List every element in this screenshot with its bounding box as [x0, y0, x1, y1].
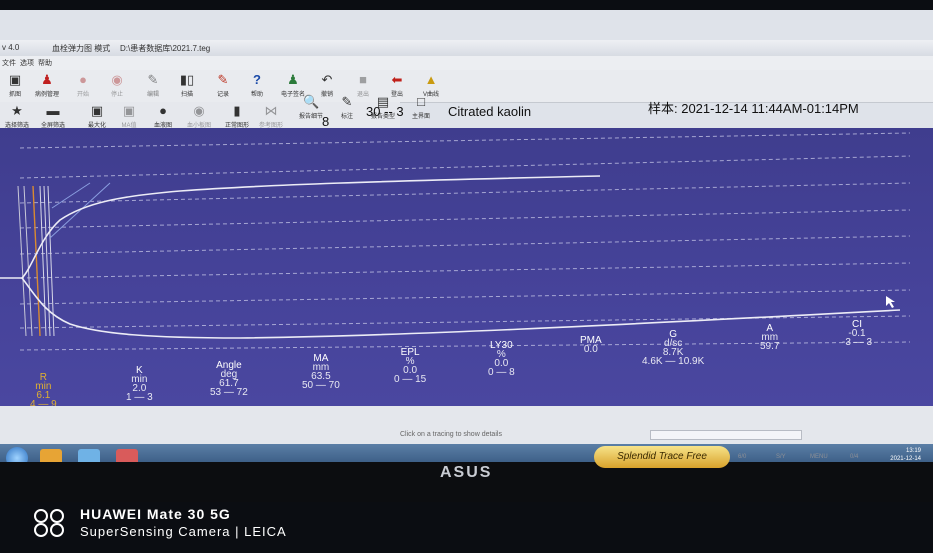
watermark-device: HUAWEI Mate 30 5G	[80, 506, 231, 522]
capture-button[interactable]: ▣ 抓图	[0, 72, 30, 98]
windows-taskbar: 13:19 2021-12-14	[0, 444, 933, 462]
blood-graph-button[interactable]: ● 血液图	[148, 103, 178, 129]
horizontal-scrollbar[interactable]	[650, 430, 802, 440]
monitor-button-2[interactable]: S/Y	[776, 454, 786, 460]
edit-button[interactable]: ✎ 编辑	[138, 72, 168, 98]
stop-icon: ◉	[111, 72, 123, 87]
mouse-cursor-icon	[886, 296, 895, 308]
filter-icon: ★	[11, 103, 23, 118]
reference-graph-icon: ⋈	[264, 103, 278, 118]
monitor-button-1[interactable]: 6/0	[738, 454, 746, 460]
param-ly30: LY30 % 0.0 0 — 8	[488, 340, 515, 378]
v-curve-icon: ▲	[424, 72, 438, 87]
maximize-icon: ▣	[90, 103, 104, 118]
title-bar: v 4.0 血栓弹力图 模式 D:\患者数据库\2021.7.teg	[0, 40, 933, 56]
param-a: A mm 59.7	[760, 323, 780, 352]
blood-drop-icon: ●	[159, 103, 167, 118]
taskbar-app-icon[interactable]	[116, 449, 138, 462]
tracing-hint: Click on a tracing to show details	[400, 431, 502, 438]
stop-square-icon: ■	[359, 72, 367, 87]
person-icon: ♟	[41, 72, 53, 87]
sample-type: Citrated kaolin	[448, 104, 532, 119]
grid-lines	[19, 132, 911, 351]
barcode-icon: ▮▯	[179, 72, 195, 87]
status-bar: Click on a tracing to show details	[0, 406, 933, 444]
param-r: R min 6.1 4 — 9	[30, 372, 57, 410]
help-icon: ?	[253, 72, 261, 87]
monitor-screen: v 4.0 血栓弹力图 模式 D:\患者数据库\2021.7.teg 文件 选项…	[0, 10, 933, 462]
undo-icon: ↶	[321, 72, 333, 87]
normal-graph-icon: ▮	[233, 103, 241, 118]
ma-icon: ▣	[122, 103, 136, 118]
monitor-bezel: ASUS Splendid Trace Free 6/0 S/Y MENU 0/…	[0, 446, 933, 502]
menu-bar: 文件 选项 帮助	[0, 56, 933, 70]
start-button[interactable]: ● 开始	[68, 72, 98, 98]
file-path: D:\患者数据库\2021.7.teg	[120, 44, 211, 53]
param-g: G d/sc 8.7K 4.6K — 10.9K	[642, 329, 705, 367]
param-ma: MA mm 63.5 50 — 70	[302, 353, 340, 391]
watermark-camera: SuperSensing Camera | LEICA	[80, 524, 287, 539]
sample-timestamp: 样本: 2021-12-14 11:44AM-01:14PM	[648, 101, 859, 116]
taskbar-explorer-icon[interactable]	[40, 449, 62, 462]
param-epl: EPL % 0.0 0 — 15	[394, 347, 427, 385]
platelet-icon: ◉	[193, 103, 205, 118]
select-filter-button[interactable]: ★ 选择筛选	[2, 103, 32, 129]
edit-icon: ✎	[147, 72, 159, 87]
play-icon: ●	[79, 72, 87, 87]
menu-options[interactable]: 选项	[20, 58, 34, 68]
record-icon: ✎	[217, 72, 229, 87]
menu-file[interactable]: 文件	[2, 58, 16, 68]
param-k: K min 2.0 1 — 3	[126, 365, 153, 403]
help-button[interactable]: ? 帮助	[242, 72, 272, 98]
time-range: 30 -- 3	[366, 104, 404, 119]
camera-lens-logo-icon	[34, 509, 64, 537]
scan-button[interactable]: ▮▯ 扫描	[172, 72, 202, 98]
marker-lines	[17, 182, 111, 337]
monitor-menu-button[interactable]: MENU	[810, 454, 828, 460]
app-version: v 4.0	[2, 43, 20, 52]
monitor-button-4[interactable]: 0/4	[850, 454, 858, 460]
stop-button[interactable]: ◉ 停止	[102, 72, 132, 98]
fullscreen-filter-button[interactable]: ▬ 全屏筛选	[38, 103, 68, 129]
ma-button[interactable]: ▣ MA值	[114, 103, 144, 129]
case-management-button[interactable]: ♟ 病例管理	[32, 72, 62, 98]
record-button[interactable]: ✎ 记录	[208, 72, 238, 98]
platelet-graph-button[interactable]: ◉ 血小板图	[184, 103, 214, 129]
start-orb-icon[interactable]	[6, 447, 28, 462]
clock-time: 13:19	[905, 448, 921, 454]
camera-icon: ▣	[8, 72, 22, 87]
signature-icon: ♟	[287, 72, 299, 87]
taskbar-media-icon[interactable]	[78, 449, 100, 462]
channel-number: 8	[322, 114, 330, 129]
sample-info-row: 8 30 -- 3 Citrated kaolin 样本: 2021-12-14…	[300, 100, 933, 130]
param-ci: CI -0.1 -3 — 3	[842, 319, 873, 348]
teg-tracing-panel[interactable]: R min 6.1 4 — 9 K min 2.0 1 — 3 Angle de…	[0, 128, 933, 410]
splendid-button[interactable]: Splendid Trace Free	[594, 446, 730, 468]
mode-title: 血栓弹力图 模式	[52, 44, 111, 53]
menu-help[interactable]: 帮助	[38, 58, 52, 68]
monitor-brand-logo: ASUS	[440, 464, 493, 481]
maximize-button[interactable]: ▣ 最大化	[82, 103, 112, 129]
param-angle: Angle deg 61.7 53 — 72	[210, 360, 248, 398]
normal-graph-button[interactable]: ▮ 正常图形	[222, 103, 252, 129]
reference-graph-button[interactable]: ⋈ 参考图形	[256, 103, 286, 129]
system-clock[interactable]: 13:19 2021-12-14	[890, 447, 921, 462]
fullscreen-filter-icon: ▬	[46, 103, 60, 118]
clock-date: 2021-12-14	[890, 456, 921, 462]
logout-icon: ⬅	[391, 72, 403, 87]
param-pma: PMA 0.0	[580, 335, 602, 355]
